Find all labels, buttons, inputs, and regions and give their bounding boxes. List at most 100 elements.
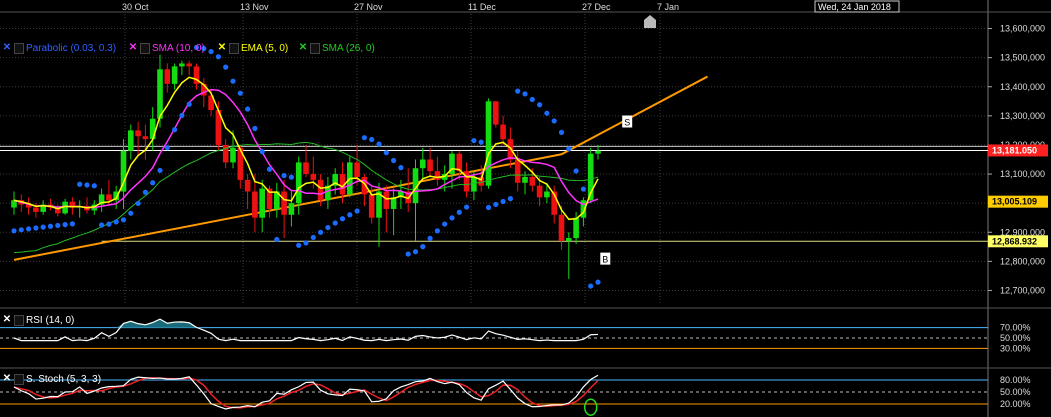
parabolic-dot: [580, 186, 587, 192]
candle-body: [573, 217, 579, 239]
legend-sma10[interactable]: ✕ SMA (10, 0): [128, 42, 205, 54]
candle-body: [186, 63, 192, 67]
checkbox-icon[interactable]: [14, 373, 24, 385]
x-axis-label: 30 Oct: [122, 2, 149, 12]
parabolic-dot: [274, 236, 280, 243]
parabolic-dot: [383, 150, 389, 156]
parabolic-dot: [128, 210, 134, 216]
candle-body: [106, 194, 112, 201]
close-icon[interactable]: ✕: [298, 43, 308, 53]
close-icon[interactable]: ✕: [2, 315, 12, 325]
legend-ema5-label: EMA (5, 0): [241, 42, 289, 54]
parabolic-dot: [150, 180, 156, 186]
parabolic-dot: [164, 145, 170, 151]
stoch-legend[interactable]: ✕ S. Stoch (5, 3, 3): [2, 373, 101, 385]
parabolic-dot: [208, 48, 214, 55]
parabolic-dot: [515, 88, 521, 94]
candle-body: [566, 238, 572, 241]
candle-body: [317, 179, 324, 201]
candle-body: [544, 191, 550, 198]
candle-body: [558, 214, 565, 241]
close-icon[interactable]: ✕: [2, 43, 12, 53]
y-axis-label: 13,100,000: [1000, 169, 1045, 179]
candle-body: [354, 162, 360, 177]
parabolic-dot: [245, 106, 251, 112]
parabolic-dot: [91, 183, 97, 189]
sell-marker-label: S: [624, 117, 630, 127]
stoch-axis-label: 80.00%: [1000, 375, 1031, 385]
cursor-date-label: Wed, 24 Jan 2018: [818, 2, 891, 12]
parabolic-dot: [303, 240, 309, 246]
y-axis-label: 13,500,000: [1000, 53, 1045, 63]
parabolic-dot: [296, 242, 302, 248]
rsi-axis-label: 70.00%: [1000, 323, 1031, 333]
parabolic-dot: [237, 90, 243, 96]
close-icon[interactable]: ✕: [217, 43, 227, 53]
chart-canvas[interactable]: S B 30 Oct 13 Nov 27 Nov 11 Dec 27 Dec 7 Jan We…: [0, 0, 1051, 417]
candle-body: [514, 159, 521, 183]
parabolic-dot: [77, 181, 83, 187]
parabolic-dot: [325, 224, 331, 231]
parabolic-dot: [442, 221, 448, 227]
close-icon[interactable]: ✕: [128, 43, 138, 53]
parabolic-dot: [376, 141, 382, 147]
parabolic-dot: [391, 157, 397, 164]
candle-body: [536, 185, 543, 198]
candle-body: [427, 159, 433, 172]
stoch-axis-label: 20.00%: [1000, 399, 1031, 409]
parabolic-dot: [529, 96, 535, 103]
checkbox-icon[interactable]: [140, 42, 150, 54]
parabolic-dot: [288, 174, 294, 180]
candle-body: [310, 174, 317, 180]
parabolic-dot: [558, 129, 565, 135]
x-axis-label: 13 Nov: [240, 2, 269, 12]
x-axis-label: 11 Dec: [468, 2, 496, 12]
checkbox-icon[interactable]: [229, 42, 239, 54]
parabolic-dot: [493, 201, 499, 208]
candle-body: [522, 176, 528, 183]
candle-body: [171, 66, 178, 84]
parabolic-dot: [361, 135, 367, 141]
candle-body: [281, 191, 287, 215]
parabolic-dot: [522, 91, 528, 97]
candle-body: [368, 194, 375, 218]
candle-body: [595, 150, 601, 154]
parabolic-dot: [84, 182, 90, 188]
checkbox-icon[interactable]: [14, 314, 24, 326]
rsi-label: RSI (14, 0): [26, 314, 75, 326]
legend-ema5[interactable]: ✕ EMA (5, 0): [217, 42, 288, 54]
candle-body: [142, 136, 149, 140]
parabolic-dot: [113, 219, 119, 225]
parabolic-dot: [62, 222, 68, 228]
rsi-legend[interactable]: ✕ RSI (14, 0): [2, 314, 74, 326]
parabolic-dot: [99, 222, 105, 228]
x-axis-label: 27 Nov: [354, 2, 383, 12]
candle-body: [456, 153, 463, 172]
candle-body: [259, 188, 265, 218]
legend-parabolic[interactable]: ✕ Parabolic (0.03, 0.3): [2, 42, 116, 54]
checkbox-icon[interactable]: [310, 42, 320, 54]
y-axis-label: 13,300,000: [1000, 111, 1045, 121]
parabolic-dot: [412, 249, 419, 255]
y-axis-label: 13,600,000: [1000, 24, 1045, 34]
candle-body: [288, 203, 295, 215]
parabolic-dot: [588, 283, 594, 289]
legend-sma26[interactable]: ✕ SMA (26, 0): [298, 42, 375, 54]
candle-body: [303, 162, 309, 175]
parabolic-dot: [420, 244, 426, 250]
chart-window: S B 30 Oct 13 Nov 27 Nov 11 Dec 27 Dec 7 Jan We…: [0, 0, 1051, 417]
candle-body: [164, 69, 171, 84]
close-icon[interactable]: ✕: [2, 374, 12, 384]
rsi-axis-label: 50.00%: [1000, 333, 1031, 343]
parabolic-dot: [464, 204, 470, 210]
legend-sma10-label: SMA (10, 0): [152, 42, 205, 54]
legend-sma26-label: SMA (26, 0): [322, 42, 375, 54]
candle-body: [529, 176, 536, 186]
checkbox-icon[interactable]: [14, 42, 24, 54]
parabolic-dot: [471, 137, 477, 144]
parabolic-dot: [449, 215, 455, 221]
stoch-axis-label: 50.00%: [1000, 387, 1031, 397]
candle-body: [33, 207, 39, 212]
candle-body: [252, 191, 258, 218]
legend-parabolic-label: Parabolic (0.03, 0.3): [26, 42, 117, 54]
